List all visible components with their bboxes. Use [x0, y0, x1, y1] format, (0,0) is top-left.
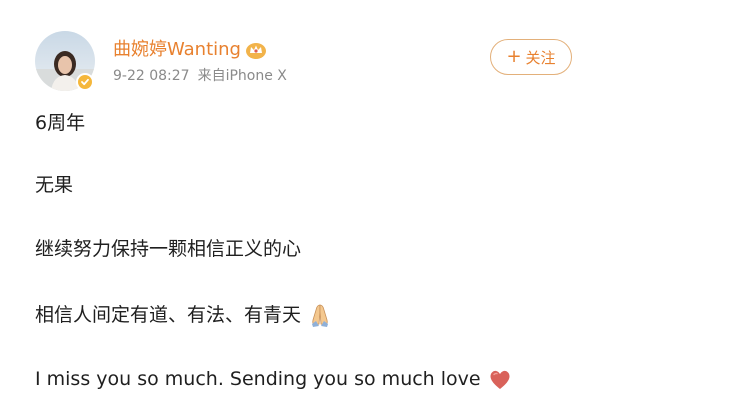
post-meta: 9-22 08:27 来自iPhone X	[113, 66, 287, 86]
post-text-line-4: 相信人间定有道、有法、有青天	[35, 304, 302, 326]
verified-icon	[76, 73, 94, 91]
post-text-line: 无果	[35, 172, 73, 198]
post-text-line: 继续努力保持一颗相信正义的心	[35, 236, 301, 262]
follow-button-label: 关注	[525, 48, 556, 67]
folded-hands-icon	[307, 302, 333, 328]
post-timestamp: 9-22 08:27	[113, 68, 190, 84]
heart-icon	[487, 366, 513, 392]
post-text-line-1: 6周年	[35, 112, 86, 134]
plus-icon: +	[506, 46, 522, 67]
post-text-line-3: 继续努力保持一颗相信正义的心	[35, 238, 302, 260]
post-text-line: I miss you so much. Sending you so much …	[35, 366, 513, 392]
post-text-line: 相信人间定有道、有法、有青天	[35, 302, 333, 328]
post-text-line-2: 无果	[35, 174, 74, 196]
weibo-post: 曲婉婷Wanting 9-22 08:27 来自iPhone X + 关注 6周年…	[0, 0, 735, 415]
crown-vip-icon	[245, 40, 267, 60]
username[interactable]: 曲婉婷Wanting	[113, 38, 241, 62]
author-row: 曲婉婷Wanting	[113, 38, 267, 62]
post-text-line-5: I miss you so much. Sending you so much …	[35, 368, 481, 390]
follow-button[interactable]: + 关注	[490, 39, 572, 75]
post-text-line: 6周年	[35, 110, 85, 136]
post-source: 来自iPhone X	[197, 68, 287, 84]
